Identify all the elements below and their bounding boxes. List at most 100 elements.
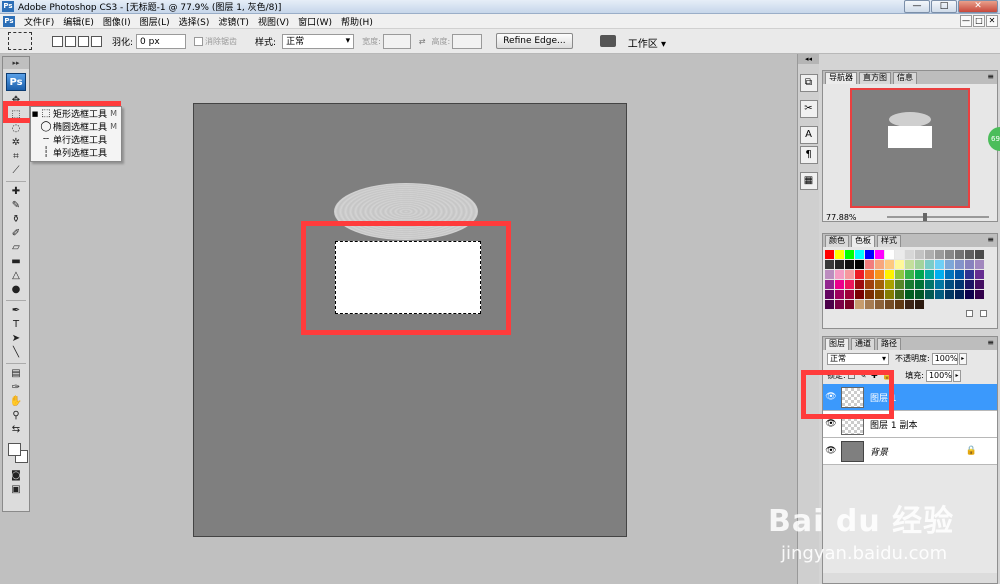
- color-swatch[interactable]: [915, 270, 924, 279]
- color-swatch[interactable]: [825, 270, 834, 279]
- color-swatch[interactable]: [945, 270, 954, 279]
- color-swatch[interactable]: [925, 290, 934, 299]
- color-swatch[interactable]: [905, 290, 914, 299]
- eraser-tool-icon[interactable]: ▱: [3, 241, 29, 255]
- screen-mode-icon[interactable]: ▣: [3, 483, 29, 497]
- color-swatch[interactable]: [875, 270, 884, 279]
- tab-swatches[interactable]: 色板: [851, 235, 875, 247]
- line-tool-icon[interactable]: ╲: [3, 346, 29, 360]
- pen-tool-icon[interactable]: ✒: [3, 304, 29, 318]
- color-swatch[interactable]: [925, 260, 934, 269]
- tool-preset-picker[interactable]: [8, 32, 32, 50]
- color-swatch[interactable]: [965, 290, 974, 299]
- color-swatch[interactable]: [845, 300, 854, 309]
- layer-comps-icon[interactable]: ▦: [799, 172, 818, 190]
- color-swatch[interactable]: [825, 260, 834, 269]
- color-swatch[interactable]: [965, 250, 974, 259]
- tab-navigator[interactable]: 导航器: [825, 72, 857, 84]
- fill-input[interactable]: 100%: [925, 369, 952, 382]
- zoom-tool-icon[interactable]: ⚲: [3, 409, 29, 423]
- tab-info[interactable]: 信息: [893, 72, 917, 84]
- clone-stamp-tool-icon[interactable]: ⚱: [3, 213, 29, 227]
- color-swatch[interactable]: [855, 260, 864, 269]
- color-swatch[interactable]: [955, 290, 964, 299]
- color-swatch[interactable]: [885, 300, 894, 309]
- new-swatch-icon[interactable]: [966, 310, 973, 317]
- color-swatch[interactable]: [975, 250, 984, 259]
- menu-layer[interactable]: 图层(L): [140, 15, 170, 28]
- tab-color[interactable]: 颜色: [825, 235, 849, 247]
- bridge-icon[interactable]: [600, 35, 616, 47]
- add-selection-icon[interactable]: [65, 35, 76, 47]
- color-swatch[interactable]: [835, 270, 844, 279]
- menu-filter[interactable]: 滤镜(T): [218, 15, 249, 28]
- color-swatch[interactable]: [905, 250, 914, 259]
- color-swatch[interactable]: [935, 250, 944, 259]
- refine-edge-button[interactable]: Refine Edge...: [496, 33, 573, 49]
- color-swatch[interactable]: [935, 290, 944, 299]
- eyedropper-tool-icon[interactable]: ✑: [3, 381, 29, 395]
- opacity-input[interactable]: 100%: [931, 352, 958, 365]
- color-swatch[interactable]: [835, 260, 844, 269]
- color-swatch[interactable]: [955, 250, 964, 259]
- blur-tool-icon[interactable]: △: [3, 269, 29, 283]
- color-swatch[interactable]: [875, 260, 884, 269]
- default-colors-icon[interactable]: ⇆: [3, 423, 29, 437]
- panel-menu-icon[interactable]: ≡: [987, 235, 994, 244]
- eye-icon[interactable]: 👁: [823, 419, 839, 429]
- color-swatch[interactable]: [875, 250, 884, 259]
- tab-histogram[interactable]: 直方图: [859, 72, 891, 84]
- maximize-button[interactable]: □: [931, 0, 957, 13]
- color-swatch[interactable]: [915, 280, 924, 289]
- color-swatch[interactable]: [875, 280, 884, 289]
- color-swatch[interactable]: [915, 250, 924, 259]
- color-swatch[interactable]: [885, 280, 894, 289]
- color-swatch[interactable]: [845, 280, 854, 289]
- flyout-item-ellipse-marquee[interactable]: ◯ 椭圆选框工具 M: [31, 120, 121, 133]
- color-swatch[interactable]: [875, 300, 884, 309]
- minimize-button[interactable]: —: [904, 0, 930, 13]
- brush-tool-icon[interactable]: ✎: [3, 199, 29, 213]
- color-swatch[interactable]: [965, 270, 974, 279]
- color-swatch[interactable]: [855, 290, 864, 299]
- type-tool-icon[interactable]: T: [3, 318, 29, 332]
- color-swatch[interactable]: [865, 290, 874, 299]
- color-swatch[interactable]: [885, 270, 894, 279]
- dodge-tool-icon[interactable]: ●: [3, 283, 29, 297]
- gradient-tool-icon[interactable]: ▬: [3, 255, 29, 269]
- color-swatch[interactable]: [825, 250, 834, 259]
- color-swatch[interactable]: [895, 250, 904, 259]
- delete-swatch-icon[interactable]: [980, 310, 987, 317]
- blend-mode-select[interactable]: 正常: [827, 352, 889, 365]
- color-swatch[interactable]: [825, 300, 834, 309]
- color-swatch[interactable]: [975, 260, 984, 269]
- layer-row-background[interactable]: 👁 背景 🔒: [823, 438, 997, 465]
- color-swatch[interactable]: [925, 280, 934, 289]
- color-swatch[interactable]: [885, 260, 894, 269]
- height-input[interactable]: [452, 33, 483, 49]
- color-swatch[interactable]: [825, 290, 834, 299]
- color-swatch[interactable]: [825, 280, 834, 289]
- menu-help[interactable]: 帮助(H): [341, 15, 373, 28]
- zoom-slider[interactable]: [886, 213, 989, 221]
- color-swatch[interactable]: [855, 270, 864, 279]
- color-swatch[interactable]: [895, 270, 904, 279]
- style-select[interactable]: 正常: [282, 33, 355, 49]
- color-swatch[interactable]: [975, 270, 984, 279]
- color-swatch[interactable]: [945, 290, 954, 299]
- color-swatch[interactable]: [935, 270, 944, 279]
- color-swatch[interactable]: [835, 300, 844, 309]
- flyout-item-rect-marquee[interactable]: ■ ⬚ 矩形选框工具 M: [31, 107, 121, 120]
- magic-wand-tool-icon[interactable]: ✲: [3, 136, 29, 150]
- color-swatch[interactable]: [875, 290, 884, 299]
- menu-file[interactable]: 文件(F): [24, 15, 54, 28]
- color-swatch[interactable]: [895, 260, 904, 269]
- color-swatch[interactable]: [845, 290, 854, 299]
- color-swatch[interactable]: [845, 260, 854, 269]
- menu-window[interactable]: 窗口(W): [298, 15, 332, 28]
- layer-name[interactable]: 图层 1 副本: [870, 418, 917, 431]
- close-button[interactable]: ✕: [958, 0, 998, 13]
- fill-arrow-icon[interactable]: ▸: [952, 369, 961, 382]
- slice-tool-icon[interactable]: ⟋: [3, 164, 29, 178]
- eye-icon[interactable]: 👁: [823, 446, 839, 456]
